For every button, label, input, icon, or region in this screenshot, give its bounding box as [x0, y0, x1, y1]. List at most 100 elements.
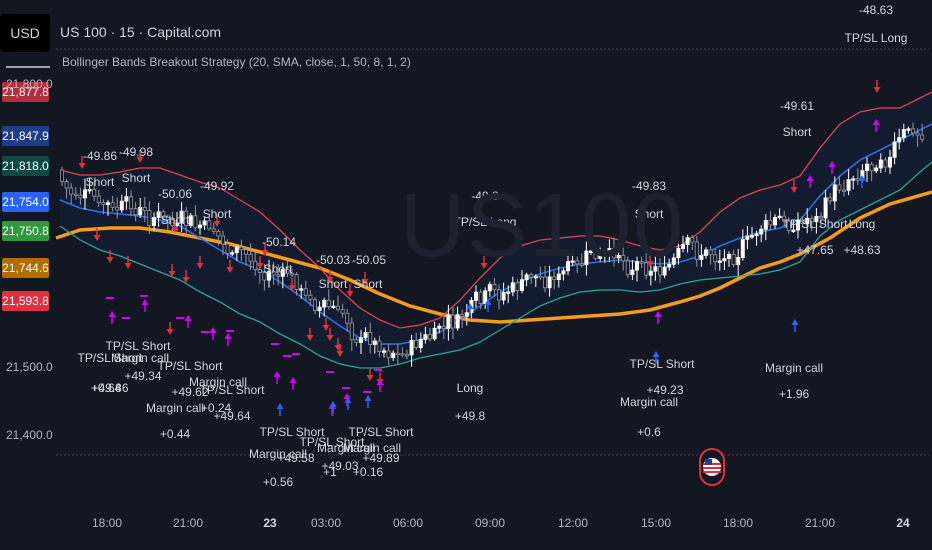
candle-body [381, 350, 386, 353]
trade-label-sub: Short [354, 277, 383, 291]
candle-body [492, 284, 497, 291]
candle-body [842, 189, 847, 192]
trade-label-sub: +49.34 [124, 369, 161, 383]
candle-body [487, 284, 492, 292]
symbol-watermark: US100 [400, 176, 686, 276]
candle-body [777, 215, 782, 219]
trade-label: TP/SL Short [349, 425, 415, 439]
candle-body [358, 337, 363, 343]
trade-label: -49.92 [200, 179, 234, 193]
candle-body [60, 169, 65, 182]
arrow-head [791, 319, 799, 325]
trade-label: -50.06 [158, 187, 192, 201]
candle-body [832, 184, 837, 202]
candle-body [363, 332, 368, 339]
candle-body [708, 249, 713, 256]
candle-body [855, 178, 860, 181]
candle-body [547, 276, 552, 289]
candle-body [865, 163, 870, 171]
candle-body [322, 299, 327, 308]
trade-label-sub: +0.44 [160, 427, 191, 441]
candle-body [727, 253, 732, 259]
candle-body [69, 187, 74, 195]
candle-body [906, 128, 911, 131]
candle-body [897, 137, 902, 143]
trade-label-sub: +48.63 [843, 243, 880, 257]
candle-body [404, 353, 409, 357]
arrow-head [276, 403, 284, 409]
candle-body [128, 196, 133, 210]
candle-body [450, 314, 455, 329]
arrow-head [366, 375, 374, 381]
candle-body [101, 202, 106, 205]
candle-body [225, 243, 230, 254]
trade-label-sub: +49.64 [213, 409, 250, 423]
trade-label-sub: +1.96 [779, 387, 810, 401]
candle-body [432, 327, 437, 340]
currency-badge[interactable]: USD [0, 14, 50, 52]
candle-body [911, 128, 916, 134]
candle-body [690, 237, 695, 243]
candle-body [713, 254, 718, 262]
time-tick: 18:00 [722, 516, 754, 530]
candle-body [142, 206, 147, 211]
arrow-head [78, 163, 86, 169]
us-flag-icon[interactable] [699, 448, 725, 486]
price-tag: 21,818.0 [2, 156, 49, 176]
candle-body [418, 338, 423, 348]
candle-body [345, 312, 350, 324]
candle-body [694, 241, 699, 260]
candle-body [64, 181, 69, 189]
candle-body [437, 325, 442, 329]
candle-body [460, 314, 465, 317]
candle-body [119, 200, 124, 211]
candle-body [395, 352, 400, 356]
candle-body [455, 314, 460, 329]
candle-body [312, 299, 317, 311]
candle-body [386, 350, 391, 358]
candle-body [745, 235, 750, 240]
candle-body [736, 257, 741, 266]
time-tick: 12:00 [557, 516, 589, 530]
trade-label-sub: +0.64 [91, 381, 122, 395]
candle-body [372, 340, 377, 345]
candle-body [506, 291, 511, 294]
trade-label-sub: +0.6 [637, 425, 661, 439]
trade-label: TP/SL Short [630, 357, 696, 371]
candle-body [78, 194, 83, 199]
candle-body [391, 352, 396, 358]
trade-label-sub: Short [122, 171, 151, 185]
arrow-head [141, 299, 149, 305]
arrow-head [654, 311, 662, 317]
price-tick: 21,800.0 [6, 77, 53, 91]
time-tick: 06:00 [392, 516, 424, 530]
trade-label: -48.63 [859, 3, 893, 17]
candle-body [248, 253, 253, 262]
indicator-legend[interactable]: Bollinger Bands Breakout Strategy (20, S… [60, 55, 411, 69]
price-tick: 21,500.0 [6, 360, 53, 374]
trade-label-sub: +0.56 [263, 475, 294, 489]
arrow-head [873, 87, 881, 93]
candle-body [257, 269, 262, 273]
candle-body [543, 276, 548, 289]
candle-body [317, 306, 322, 311]
arrow-head [209, 327, 217, 333]
candle-body [773, 217, 778, 226]
candle-body [878, 159, 883, 169]
trade-label: -49.98 [119, 145, 153, 159]
candle-body [446, 314, 451, 330]
candle-body [699, 255, 704, 260]
candle-body [193, 215, 198, 229]
time-tick: 18:00 [91, 516, 123, 530]
arrow-head [273, 371, 281, 377]
candle-body [340, 308, 345, 314]
candle-body [510, 282, 515, 293]
candle-body [106, 202, 111, 205]
candle-body [768, 220, 773, 226]
trade-label: TP/SL Short [783, 217, 849, 231]
candle-body [234, 246, 239, 254]
candle-body [823, 197, 828, 219]
candle-body [888, 156, 893, 168]
candle-body [197, 224, 202, 229]
candle-body [188, 215, 193, 227]
